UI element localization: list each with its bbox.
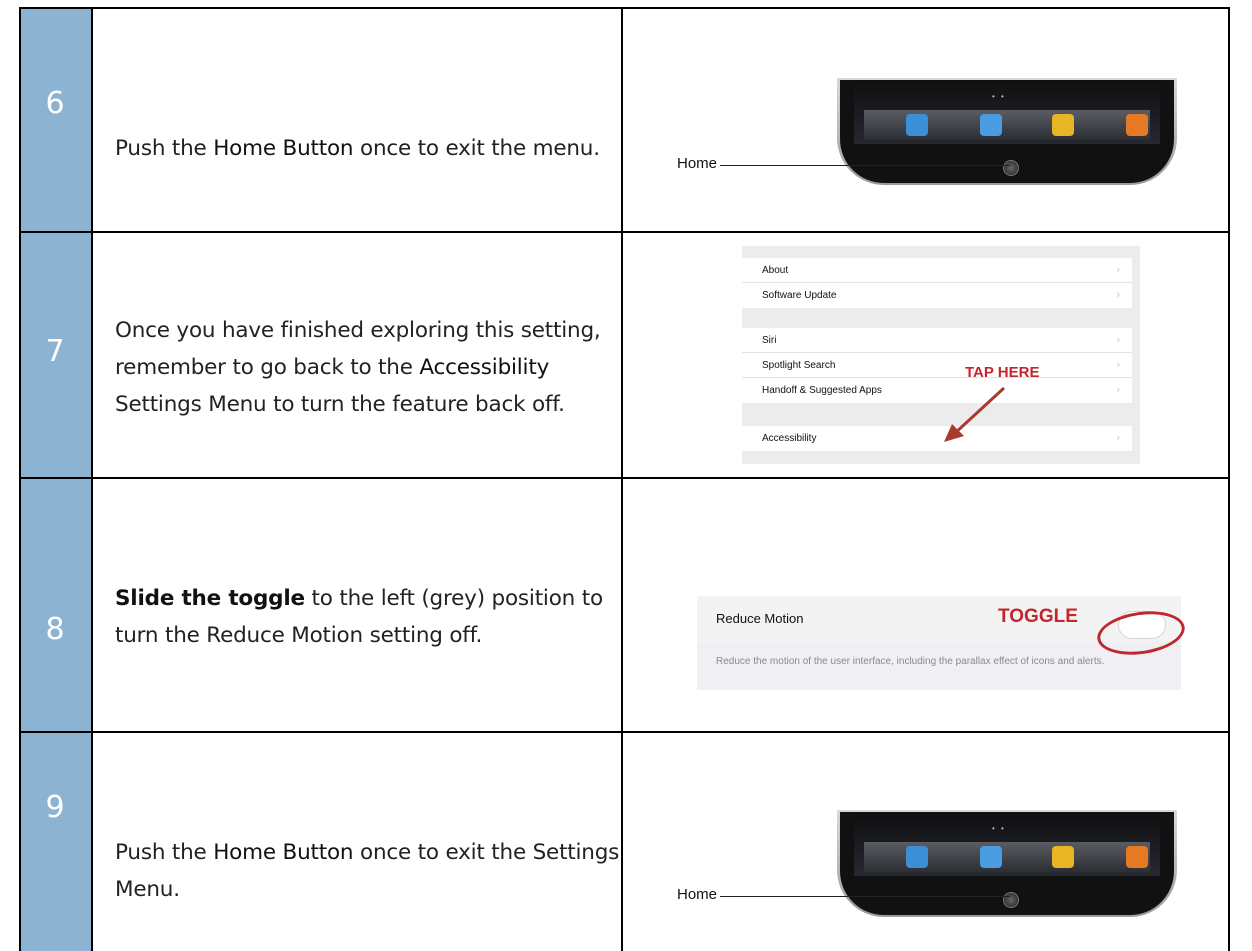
chevron-right-icon: › — [1116, 334, 1120, 346]
settings-item-handoff[interactable]: Handoff & Suggested Apps › — [742, 378, 1132, 403]
ipod-icon — [1126, 846, 1148, 868]
settings-group: About › Software Update › — [742, 258, 1132, 308]
safari-icon — [906, 846, 928, 868]
ipod-icon — [1126, 114, 1148, 136]
table-border — [19, 7, 1229, 9]
step-number: 9 — [45, 790, 65, 825]
mail-icon — [980, 846, 1002, 868]
step-number: 6 — [45, 86, 65, 121]
chevron-right-icon: › — [1116, 264, 1120, 276]
chevron-right-icon: › — [1116, 289, 1120, 301]
emphasis: Slide the toggle — [115, 586, 305, 611]
home-pointer-line — [720, 165, 1010, 166]
photos-icon — [1052, 114, 1074, 136]
step-text-cell: Push the Home Button once to exit the Se… — [93, 732, 641, 951]
table-border — [19, 7, 21, 951]
step-text: Push the Home Button once to exit the me… — [115, 136, 600, 161]
home-button-icon — [1003, 160, 1019, 176]
home-button-icon — [1003, 892, 1019, 908]
home-label: Home — [677, 886, 718, 903]
chevron-right-icon: › — [1116, 359, 1120, 371]
emphasis: Home Button — [213, 840, 354, 865]
photos-icon — [1052, 846, 1074, 868]
step-text-cell: Once you have finished exploring this se… — [93, 232, 641, 478]
step-number-cell: 8 — [19, 478, 93, 732]
emphasis: Home Button — [213, 136, 354, 161]
settings-item-spotlight-search[interactable]: Spotlight Search › — [742, 353, 1132, 378]
step-text-cell: Push the Home Button once to exit the me… — [93, 8, 641, 232]
table-border — [621, 7, 623, 951]
step-number: 8 — [45, 612, 65, 647]
settings-item-about[interactable]: About › — [742, 258, 1132, 283]
step-number: 7 — [45, 334, 65, 369]
settings-group: Siri › Spotlight Search › Handoff & Sugges… — [742, 328, 1132, 403]
step-text: Push the Home Button once to exit the Se… — [115, 840, 620, 902]
step-number-cell: 7 — [19, 232, 93, 478]
step-text: Slide the toggle to the left (grey) posi… — [115, 586, 603, 648]
step-number-cell: 9 — [19, 732, 93, 951]
table-border — [1228, 7, 1230, 951]
chevron-right-icon: › — [1116, 384, 1120, 396]
step-text: Once you have finished exploring this se… — [115, 318, 601, 417]
settings-item-software-update[interactable]: Software Update › — [742, 283, 1132, 308]
toggle-annotation: TOGGLE — [998, 606, 1078, 627]
reduce-motion-description: Reduce the motion of the user interface,… — [716, 656, 1105, 667]
tap-here-annotation: TAP HERE — [965, 364, 1040, 381]
step-number-cell: 6 — [19, 8, 93, 232]
settings-group: Accessibility › — [742, 426, 1132, 451]
emphasis: Accessibility — [419, 355, 550, 380]
step-text-cell: Slide the toggle to the left (grey) posi… — [93, 478, 641, 732]
table-border — [19, 477, 1229, 479]
safari-icon — [906, 114, 928, 136]
home-label: Home — [677, 155, 718, 172]
settings-item-siri[interactable]: Siri › — [742, 328, 1132, 353]
home-pointer-line — [720, 896, 1010, 897]
mail-icon — [980, 114, 1002, 136]
table-border — [19, 731, 1229, 733]
settings-item-accessibility[interactable]: Accessibility › — [742, 426, 1132, 451]
chevron-right-icon: › — [1116, 432, 1120, 444]
arrow-icon — [944, 386, 1006, 442]
table-border — [19, 231, 1229, 233]
reduce-motion-title: Reduce Motion — [716, 611, 804, 626]
